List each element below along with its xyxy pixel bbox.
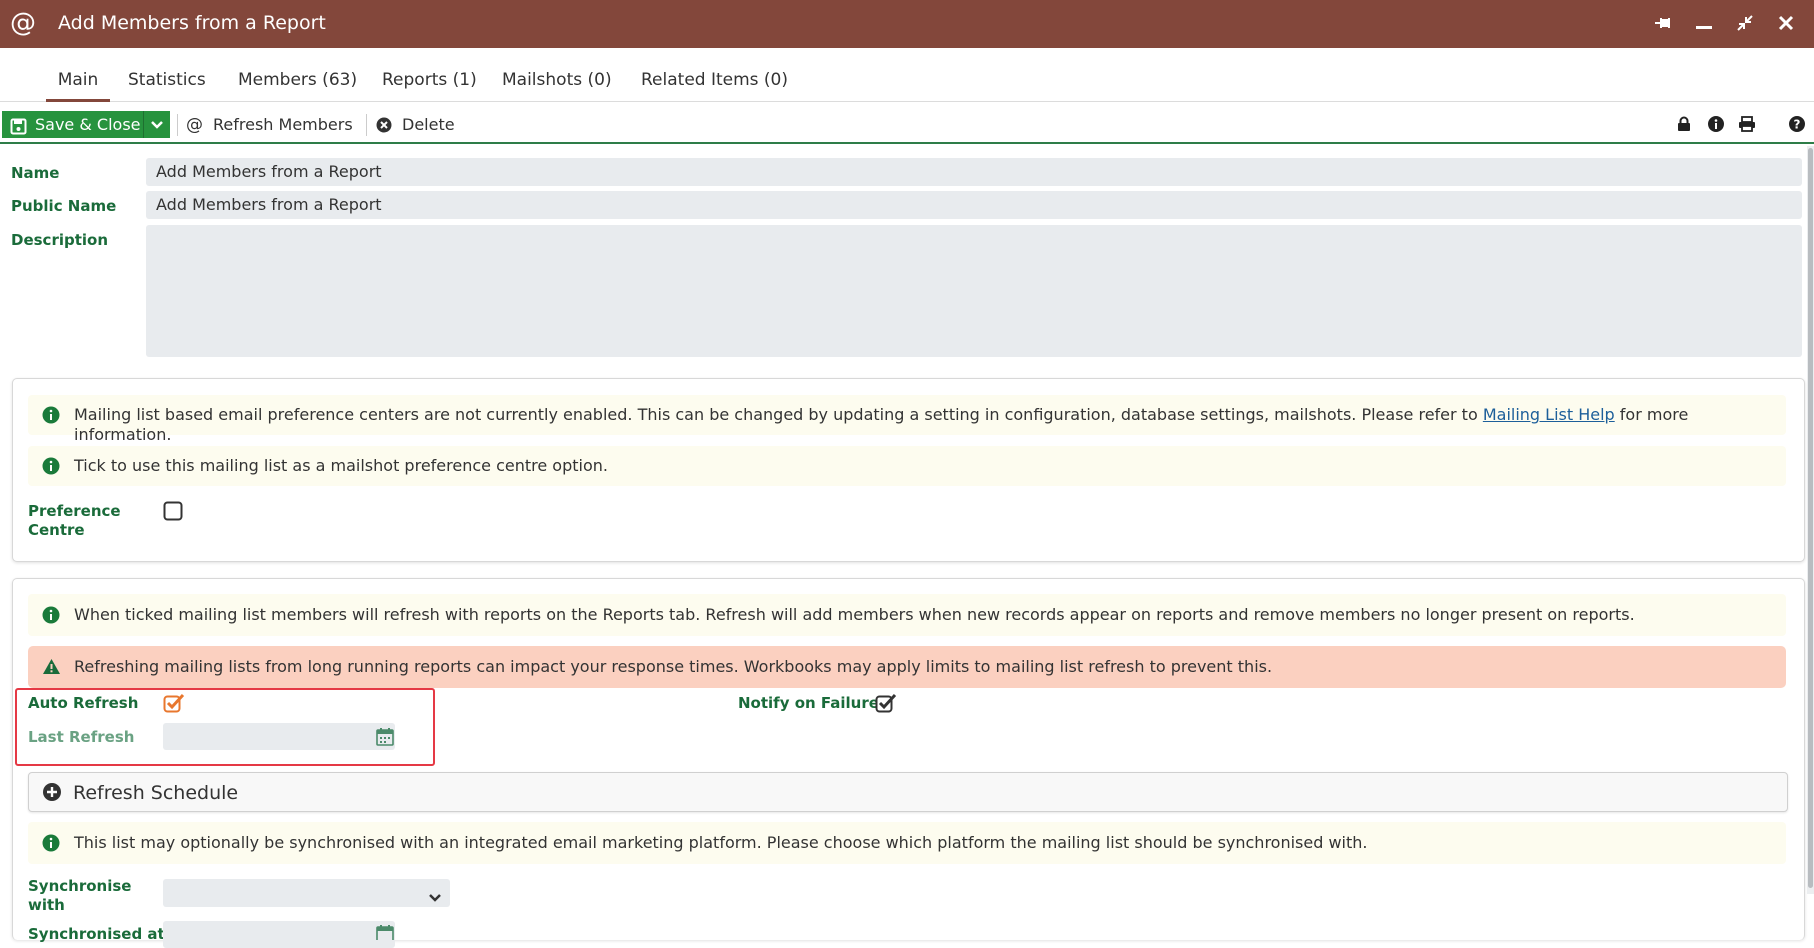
- at-sign-icon: @: [186, 115, 203, 135]
- synchronise-with-select[interactable]: [163, 879, 450, 907]
- description-label: Description: [11, 231, 109, 249]
- toolbar-divider: [366, 114, 367, 136]
- minimize-icon[interactable]: [1691, 10, 1717, 36]
- preference-centre-checkbox[interactable]: [163, 501, 183, 521]
- preference-info-banner: Mailing list based email preference cent…: [28, 395, 1786, 444]
- save-close-label: Save & Close: [35, 115, 141, 134]
- preference-tick-info-text: Tick to use this mailing list as a mails…: [74, 456, 608, 475]
- vertical-scrollbar[interactable]: [1807, 146, 1814, 894]
- synchronised-at-field[interactable]: [163, 921, 395, 948]
- chevron-down-icon: [151, 120, 163, 129]
- mailing-list-help-link[interactable]: Mailing List Help: [1483, 405, 1615, 424]
- sync-info-text: This list may optionally be synchronised…: [74, 833, 1368, 852]
- public-name-label: Public Name: [11, 197, 117, 215]
- refresh-info-banner: When ticked mailing list members will re…: [28, 594, 1786, 636]
- tab-main[interactable]: Main: [46, 70, 110, 102]
- chevron-down-icon: [428, 888, 442, 907]
- print-icon[interactable]: [1737, 114, 1757, 134]
- sync-info-banner: This list may optionally be synchronised…: [28, 822, 1786, 864]
- save-close-button[interactable]: Save & Close: [2, 111, 170, 138]
- description-field[interactable]: [146, 225, 1802, 357]
- auto-refresh-checkbox[interactable]: [163, 693, 185, 713]
- close-icon[interactable]: [1773, 10, 1799, 36]
- public-name-field[interactable]: Add Members from a Report: [146, 191, 1802, 219]
- at-sign-icon: @: [10, 8, 36, 38]
- synchronise-with-label-line: with: [28, 896, 65, 914]
- delete-button[interactable]: Delete: [376, 111, 455, 138]
- toolbar-divider: [177, 114, 178, 136]
- restore-icon[interactable]: [1732, 10, 1758, 36]
- name-field[interactable]: Add Members from a Report: [146, 158, 1802, 186]
- notify-on-failure-label: Notify on Failure: [738, 694, 879, 712]
- last-refresh-label: Last Refresh: [28, 728, 135, 746]
- delete-circle-x-icon: [376, 114, 392, 141]
- warning-triangle-icon: [42, 658, 61, 680]
- auto-refresh-label: Auto Refresh: [28, 694, 139, 712]
- calendar-icon[interactable]: [376, 924, 394, 940]
- info-circle-icon: [42, 834, 60, 852]
- floppy-disk-icon: [10, 116, 27, 135]
- tab-bar: Main Statistics Members (63) Reports (1)…: [0, 48, 1814, 102]
- info-circle-icon: [42, 406, 60, 424]
- toolbar: Save & Close @ Refresh Members Delete: [0, 102, 1814, 144]
- window-title: Add Members from a Report: [58, 12, 326, 34]
- tab-mailshots[interactable]: Mailshots (0): [502, 70, 612, 102]
- name-label: Name: [11, 164, 60, 182]
- notify-on-failure-checkbox[interactable]: [875, 693, 897, 713]
- preference-tick-info-banner: Tick to use this mailing list as a mails…: [28, 446, 1786, 486]
- tab-related-items[interactable]: Related Items (0): [641, 70, 788, 102]
- tab-reports[interactable]: Reports (1): [382, 70, 477, 102]
- refresh-warning-banner: Refreshing mailing lists from long runni…: [28, 646, 1786, 688]
- lock-icon[interactable]: [1674, 114, 1694, 134]
- tab-members[interactable]: Members (63): [238, 70, 357, 102]
- delete-label: Delete: [402, 115, 455, 134]
- window-titlebar: @ Add Members from a Report: [0, 0, 1814, 48]
- synchronised-at-label: Synchronised at: [28, 925, 165, 943]
- preference-info-text: Mailing list based email preference cent…: [74, 405, 1786, 445]
- preference-centre-label-line: Preference: [28, 502, 121, 520]
- refresh-schedule-label: Refresh Schedule: [73, 782, 239, 804]
- info-circle-icon: [42, 606, 60, 624]
- calendar-icon[interactable]: [376, 727, 394, 747]
- preference-info-text-part: Mailing list based email preference cent…: [74, 405, 1478, 424]
- plus-circle-icon: [43, 783, 61, 805]
- pin-icon[interactable]: [1650, 10, 1676, 36]
- info-circle-icon: [42, 457, 60, 475]
- help-icon[interactable]: ?: [1787, 114, 1807, 134]
- refresh-members-button[interactable]: @ Refresh Members: [186, 111, 353, 138]
- refresh-members-label: Refresh Members: [213, 115, 353, 134]
- refresh-info-text: When ticked mailing list members will re…: [74, 605, 1635, 624]
- tab-statistics[interactable]: Statistics: [128, 70, 206, 102]
- svg-text:?: ?: [1794, 118, 1801, 132]
- last-refresh-field[interactable]: [163, 723, 395, 750]
- synchronise-with-label-line: Synchronise: [28, 877, 132, 895]
- refresh-warning-text: Refreshing mailing lists from long runni…: [74, 657, 1273, 676]
- info-icon[interactable]: [1706, 114, 1726, 134]
- save-options-dropdown[interactable]: [143, 111, 170, 138]
- refresh-schedule-section[interactable]: Refresh Schedule: [28, 772, 1788, 812]
- scrollbar-thumb[interactable]: [1808, 148, 1813, 888]
- preference-centre-label: Preference Centre: [28, 502, 121, 540]
- preference-centre-label-line: Centre: [28, 521, 85, 539]
- synchronise-with-label: Synchronise with: [28, 877, 131, 915]
